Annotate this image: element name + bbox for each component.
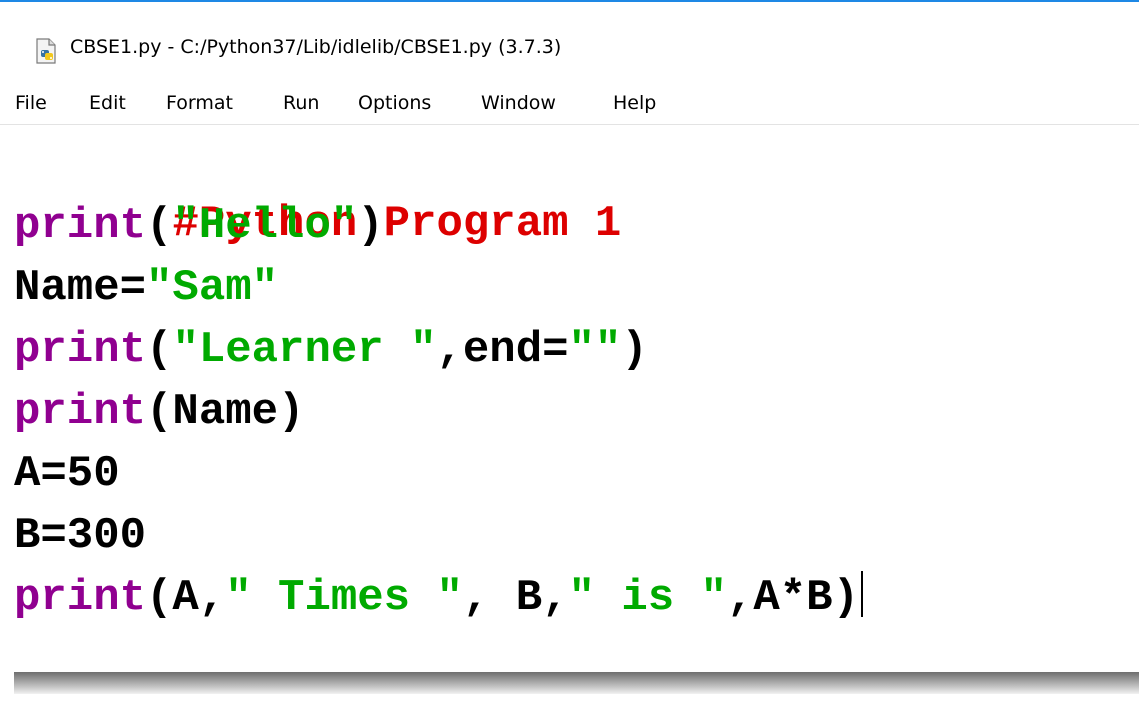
menu-run[interactable]: Run (283, 92, 319, 114)
code-line-3: Name="Sam" (14, 258, 278, 318)
python-file-icon (36, 38, 56, 64)
code-text: ) (621, 325, 648, 375)
window-title: CBSE1.py - C:/Python37/Lib/idlelib/CBSE1… (70, 36, 562, 58)
code-text: ( (146, 201, 173, 251)
menu-file[interactable]: File (15, 92, 47, 114)
menu-edit[interactable]: Edit (89, 92, 126, 114)
code-builtin: print (14, 387, 147, 437)
code-builtin: print (14, 325, 147, 375)
code-builtin: print (14, 201, 147, 251)
idle-editor-window: CBSE1.py - C:/Python37/Lib/idlelib/CBSE1… (0, 0, 1139, 690)
code-text: (A, (146, 573, 226, 623)
title-bar: CBSE1.py - C:/Python37/Lib/idlelib/CBSE1… (0, 2, 1139, 80)
code-string: "Learner " (172, 325, 437, 375)
code-line-6: A=50 (14, 444, 120, 504)
code-line-8: print(A," Times ", B," is ",A*B) (14, 568, 863, 628)
code-line-2: print("Hello") (14, 196, 384, 256)
text-cursor (860, 571, 863, 617)
code-text: ( (146, 325, 173, 375)
code-text: ,A*B) (726, 573, 859, 623)
code-builtin: print (14, 573, 147, 623)
code-editor[interactable]: #Python Program 1 print("Hello") Name="S… (0, 126, 1139, 674)
code-line-4: print("Learner ",end="") (14, 320, 648, 380)
code-string: " is " (568, 573, 727, 623)
code-text: B=300 (14, 511, 147, 561)
code-line-7: B=300 (14, 506, 146, 566)
code-string: " Times " (225, 573, 463, 623)
code-line-1: #Python Program 1 (14, 134, 621, 249)
menu-help[interactable]: Help (613, 92, 656, 114)
code-text: ,end= (436, 325, 569, 375)
code-string: "Hello" (172, 201, 358, 251)
code-text: (Name) (146, 387, 305, 437)
menu-options[interactable]: Options (358, 92, 431, 114)
window-shadow (14, 672, 1139, 694)
code-text: ) (357, 201, 384, 251)
code-string: "Sam" (146, 263, 279, 313)
code-line-5: print(Name) (14, 382, 304, 442)
menu-bar: File Edit Format Run Options Window Help (0, 86, 1139, 125)
code-text: Name= (14, 263, 147, 313)
code-text: , B, (462, 573, 569, 623)
menu-format[interactable]: Format (166, 92, 233, 114)
menu-window[interactable]: Window (481, 92, 556, 114)
code-string: "" (568, 325, 622, 375)
code-text: A=50 (14, 449, 120, 499)
